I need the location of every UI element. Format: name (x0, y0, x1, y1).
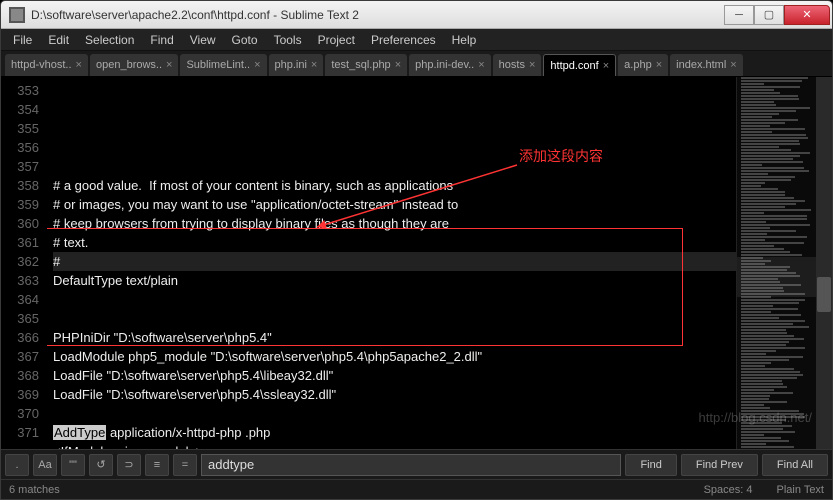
close-button[interactable]: ✕ (784, 5, 830, 25)
minimap-viewport[interactable] (737, 257, 816, 297)
status-matches: 6 matches (9, 484, 680, 496)
line-number: 357 (1, 157, 39, 176)
line-number: 356 (1, 138, 39, 157)
tab-close-icon[interactable]: × (254, 59, 260, 71)
line-number: 359 (1, 195, 39, 214)
code-line[interactable]: # text. (53, 233, 736, 252)
line-number: 353 (1, 81, 39, 100)
minimize-button[interactable]: ─ (724, 5, 754, 25)
tab-close-icon[interactable]: × (656, 59, 662, 71)
line-number: 364 (1, 290, 39, 309)
code-line[interactable] (53, 309, 736, 328)
line-number: 366 (1, 328, 39, 347)
tab-close-icon[interactable]: × (311, 59, 317, 71)
code-line[interactable]: # or images, you may want to use "applic… (53, 195, 736, 214)
window-title: D:\software\server\apache2.2\conf\httpd.… (31, 8, 724, 22)
code-line[interactable]: # (53, 252, 736, 271)
code-line[interactable]: # keep browsers from trying to display b… (53, 214, 736, 233)
tabbar: httpd-vhost..×open_brows..×SublimeLint..… (1, 51, 832, 77)
minimap[interactable] (736, 77, 816, 449)
menu-edit[interactable]: Edit (40, 30, 77, 50)
tab-a-php[interactable]: a.php× (618, 54, 668, 76)
code-line[interactable]: LoadFile "D:\software\server\php5.4\ssle… (53, 385, 736, 404)
menu-selection[interactable]: Selection (77, 30, 142, 50)
line-number: 365 (1, 309, 39, 328)
line-number: 355 (1, 119, 39, 138)
menu-project[interactable]: Project (310, 30, 363, 50)
code-editor[interactable]: 添加这段内容 # a good value. If most of your c… (47, 77, 736, 449)
tab-close-icon[interactable]: × (603, 60, 609, 72)
line-number: 363 (1, 271, 39, 290)
find-bar: .Aa""↺⊃≡= Find Find Prev Find All (1, 449, 832, 479)
line-number: 370 (1, 404, 39, 423)
vertical-scrollbar[interactable] (816, 77, 832, 449)
find-prev-button[interactable]: Find Prev (681, 454, 758, 476)
code-line[interactable]: # a good value. If most of your content … (53, 176, 736, 195)
tab-index-html[interactable]: index.html× (670, 54, 743, 76)
annotation-text: 添加这段内容 (519, 147, 603, 166)
tab-open_brows-[interactable]: open_brows..× (90, 54, 178, 76)
menu-find[interactable]: Find (142, 30, 181, 50)
line-number: 368 (1, 366, 39, 385)
find-toggle[interactable]: "" (61, 454, 85, 476)
tab-hosts[interactable]: hosts× (493, 54, 542, 76)
menu-help[interactable]: Help (444, 30, 485, 50)
find-input[interactable] (201, 454, 621, 476)
code-line[interactable]: DefaultType text/plain (53, 271, 736, 290)
menu-view[interactable]: View (182, 30, 224, 50)
status-spaces[interactable]: Spaces: 4 (704, 484, 753, 496)
code-line[interactable]: LoadModule php5_module "D:\software\serv… (53, 347, 736, 366)
find-toggle[interactable]: . (5, 454, 29, 476)
find-toggle[interactable]: Aa (33, 454, 57, 476)
code-line[interactable] (53, 404, 736, 423)
menu-goto[interactable]: Goto (224, 30, 266, 50)
app-icon (9, 7, 25, 23)
line-number: 361 (1, 233, 39, 252)
line-number: 358 (1, 176, 39, 195)
tab-httpd-conf[interactable]: httpd.conf× (543, 54, 616, 76)
code-line[interactable] (53, 290, 736, 309)
code-line[interactable]: <IfModule mime_module> (53, 442, 736, 449)
tab-close-icon[interactable]: × (478, 59, 484, 71)
find-all-button[interactable]: Find All (762, 454, 828, 476)
line-gutter: 3533543553563573583593603613623633643653… (1, 77, 47, 449)
status-syntax[interactable]: Plain Text (777, 484, 825, 496)
tab-sublimelint-[interactable]: SublimeLint..× (180, 54, 266, 76)
code-line[interactable]: LoadFile "D:\software\server\php5.4\libe… (53, 366, 736, 385)
find-button[interactable]: Find (625, 454, 676, 476)
maximize-button[interactable]: ▢ (754, 5, 784, 25)
statusbar: 6 matches Spaces: 4 Plain Text (1, 479, 832, 499)
code-line[interactable]: AddType application/x-httpd-php .php (53, 423, 736, 442)
tab-close-icon[interactable]: × (395, 59, 401, 71)
menubar: FileEditSelectionFindViewGotoToolsProjec… (1, 29, 832, 51)
find-toggle[interactable]: ↺ (89, 454, 113, 476)
tab-close-icon[interactable]: × (730, 59, 736, 71)
menu-file[interactable]: File (5, 30, 40, 50)
line-number: 362 (1, 252, 39, 271)
find-toggle[interactable]: ⊃ (117, 454, 141, 476)
code-line[interactable]: PHPIniDir "D:\software\server\php5.4" (53, 328, 736, 347)
line-number: 360 (1, 214, 39, 233)
tab-httpd-vhost-[interactable]: httpd-vhost..× (5, 54, 88, 76)
scrollbar-thumb[interactable] (817, 277, 831, 312)
selection: AddType (53, 425, 106, 440)
tab-close-icon[interactable]: × (166, 59, 172, 71)
line-number: 367 (1, 347, 39, 366)
tab-close-icon[interactable]: × (76, 59, 82, 71)
line-number: 371 (1, 423, 39, 442)
menu-preferences[interactable]: Preferences (363, 30, 444, 50)
tab-test_sql-php[interactable]: test_sql.php× (325, 54, 407, 76)
line-number: 369 (1, 385, 39, 404)
find-toggle[interactable]: ≡ (145, 454, 169, 476)
editor-area: 3533543553563573583593603613623633643653… (1, 77, 832, 449)
tab-php-ini-dev-[interactable]: php.ini-dev..× (409, 54, 491, 76)
line-number: 354 (1, 100, 39, 119)
titlebar: D:\software\server\apache2.2\conf\httpd.… (1, 1, 832, 29)
find-toggle[interactable]: = (173, 454, 197, 476)
tab-close-icon[interactable]: × (529, 59, 535, 71)
tab-php-ini[interactable]: php.ini× (269, 54, 324, 76)
menu-tools[interactable]: Tools (266, 30, 310, 50)
